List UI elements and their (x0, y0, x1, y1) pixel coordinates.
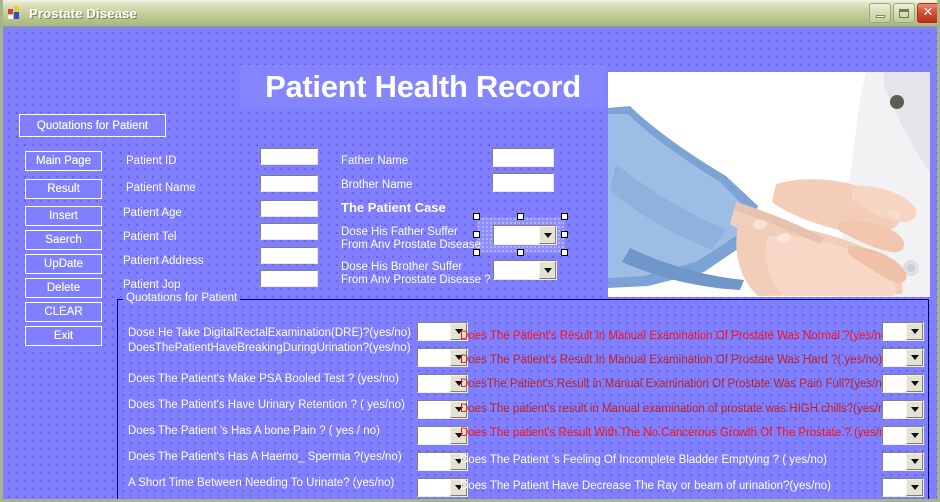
patient-tel-input[interactable] (260, 223, 318, 240)
question-right-label: Does The patient's Result With The No Ca… (460, 427, 896, 439)
title-bar: Prostate Disease ✕ (3, 0, 937, 27)
patient-id-input[interactable] (260, 148, 318, 165)
chevron-down-icon[interactable] (906, 323, 923, 340)
nav-button-exit[interactable]: Exit (25, 326, 102, 346)
father-suffer-label-line2: From Anv Prostate Disease (341, 239, 481, 251)
chevron-down-icon[interactable] (906, 479, 923, 496)
page-title-text: Patient Health Record (265, 68, 581, 104)
brother-suffer-combobox[interactable] (493, 260, 557, 280)
question-right-combobox[interactable] (882, 478, 924, 497)
nav-button-delete[interactable]: Delete (25, 278, 102, 298)
question-right-combobox[interactable] (882, 348, 924, 367)
patient-case-heading: The Patient Case (341, 200, 446, 215)
quotations-for-patient-label: Quotations for Patient (36, 119, 149, 132)
question-left-label: Does The Patient's Make PSA Booled Test … (128, 373, 399, 385)
field-label-patient-id: Patient ID (126, 155, 177, 167)
minimize-icon (875, 15, 885, 18)
nav-label: Saerch (45, 234, 82, 246)
nav-label: Exit (53, 330, 74, 342)
chevron-down-icon[interactable] (906, 453, 923, 470)
chevron-down-icon[interactable] (906, 375, 923, 392)
selection-handle[interactable] (517, 213, 524, 220)
close-button[interactable]: ✕ (917, 3, 937, 23)
close-icon: ✕ (922, 5, 934, 20)
field-label-patient-address: Patient Address (123, 255, 204, 267)
chevron-down-icon[interactable] (906, 401, 923, 418)
field-label-father-name: Father Name (341, 155, 409, 167)
patient-jop-input[interactable] (260, 270, 318, 287)
nav-label: CLEAR (44, 306, 83, 318)
selection-handle[interactable] (473, 231, 480, 238)
doctor-patient-hands-image (608, 72, 930, 297)
application-window: Prostate Disease ✕ Patient Health Record (0, 0, 940, 502)
patient-age-input[interactable] (260, 200, 318, 217)
nav-button-insert[interactable]: Insert (25, 206, 102, 226)
chevron-down-icon[interactable] (539, 261, 556, 279)
question-right-label: Does The Patient's Result In Manual Exam… (460, 330, 892, 342)
question-right-combobox[interactable] (882, 452, 924, 471)
window-title: Prostate Disease (29, 5, 137, 21)
selection-handle[interactable] (473, 213, 480, 220)
maximize-icon (899, 8, 909, 18)
nav-button-update[interactable]: UpDate (25, 254, 102, 274)
question-left-label: Does The Patient 's Has A bone Pain ? ( … (128, 425, 380, 437)
question-right-combobox[interactable] (882, 322, 924, 341)
nav-label: Delete (46, 282, 81, 294)
app-icon (8, 5, 24, 21)
question-left-label: A Short Time Between Needing To Urinate?… (128, 477, 395, 489)
field-label-patient-age: Patient Age (123, 207, 182, 219)
window-controls: ✕ (869, 3, 937, 23)
patient-address-input[interactable] (260, 247, 318, 264)
question-right-label: Does The Patient's Result In Manual Exam… (460, 354, 883, 366)
father-suffer-label-line1: Dose His Father Suffer (341, 226, 458, 238)
field-label-patient-tel: Patient Tel (123, 231, 177, 243)
chevron-down-icon[interactable] (906, 349, 923, 366)
chevron-down-icon[interactable] (906, 427, 923, 444)
selection-handle[interactable] (561, 249, 568, 256)
selection-handle[interactable] (517, 249, 524, 256)
nav-button-result[interactable]: Result (25, 179, 102, 199)
form-canvas: Patient Health Record Quotations for Pat… (3, 27, 937, 499)
nav-label: UpDate (44, 258, 83, 270)
father-suffer-combobox[interactable] (493, 225, 557, 245)
header-photo (608, 72, 930, 297)
selection-handle[interactable] (561, 231, 568, 238)
field-label-patient-jop: Patient Jop (123, 279, 181, 291)
question-right-combobox[interactable] (882, 426, 924, 445)
question-left-label: Does The Patient's Has A Haemo_ Spermia … (128, 451, 402, 463)
field-label-brother-name: Brother Name (341, 179, 413, 191)
father-name-input[interactable] (492, 148, 554, 167)
brother-suffer-label-line2: From Anv Prostate Disease ? (341, 274, 491, 286)
chevron-down-icon[interactable] (539, 226, 556, 244)
nav-button-main-page[interactable]: Main Page (25, 151, 102, 171)
nav-button-search[interactable]: Saerch (25, 230, 102, 250)
brother-name-input[interactable] (492, 173, 554, 192)
question-left-label: Dose He Take DigitalRectalExamination(DR… (128, 327, 411, 339)
page-title: Patient Health Record (240, 65, 606, 108)
question-left-label: DoesThePatientHaveBreakingDuringUrinatio… (128, 342, 411, 354)
nav-button-clear[interactable]: CLEAR (25, 302, 102, 322)
question-right-label: Does The Patient Have Decrease The Ray o… (460, 480, 831, 492)
brother-suffer-label-line1: Dose His Brother Suffer (341, 261, 463, 273)
minimize-button[interactable] (869, 3, 891, 23)
quotations-for-patient-button[interactable]: Quotations for Patient (19, 114, 166, 137)
question-right-combobox[interactable] (882, 400, 924, 419)
question-right-combobox[interactable] (882, 374, 924, 393)
nav-label: Insert (49, 210, 78, 222)
selection-handle[interactable] (561, 213, 568, 220)
question-right-label: DoesThe Patient's Result in Manual Exami… (460, 378, 892, 390)
maximize-button[interactable] (893, 3, 915, 23)
question-left-label: Does The Patient's Have Urinary Retentio… (128, 399, 405, 411)
nav-label: Result (47, 183, 80, 195)
question-right-label: Does The Patient 's Feeling Of Incomplet… (460, 454, 827, 466)
groupbox-caption: Quotations for Patient (123, 292, 241, 304)
quotations-groupbox: Quotations for Patient Dose He Take Digi… (117, 292, 929, 499)
question-right-label: Does The patient's result in Manual exam… (460, 403, 895, 415)
nav-label: Main Page (36, 155, 91, 167)
patient-name-input[interactable] (260, 175, 318, 192)
field-label-patient-name: Patient Name (126, 182, 196, 194)
